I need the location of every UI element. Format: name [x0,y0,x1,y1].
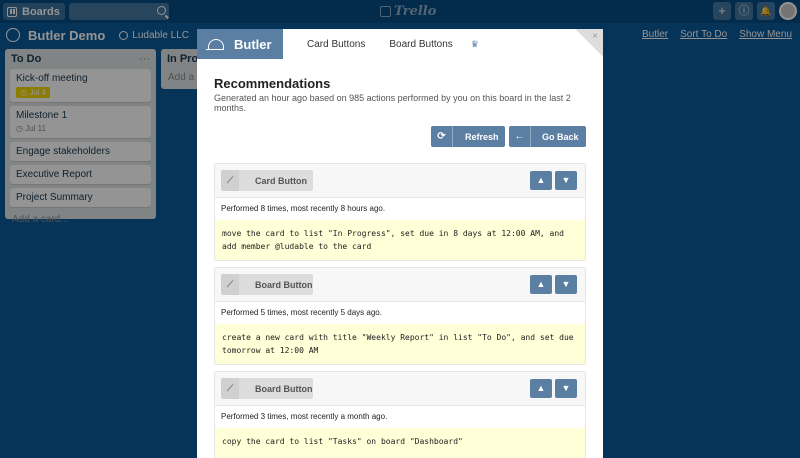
page-subtitle: Generated an hour ago based on 985 actio… [214,93,571,113]
vote-buttons: ▲ ▼ [530,171,577,190]
recommendation-header: ⟋ Board Button ▲ ▼ [215,372,585,406]
command-text: move the card to list "In Progress", set… [215,220,585,260]
wand-icon: ⟋ [221,170,239,191]
butler-modal: Butler Card Buttons Board Buttons ♛ × Re… [197,29,603,458]
action-buttons: ⟳ Refresh ← Go Back [214,126,586,147]
modal-corner [575,29,603,57]
go-back-button[interactable]: ← Go Back [509,126,586,147]
type-label: Board Button [255,279,313,290]
arrow-left-icon: ← [509,126,531,147]
recommendation-item: ⟋ Card Button ▲ ▼ Performed 8 times, mos… [214,163,586,261]
performed-text: Performed 3 times, most recently a month… [221,412,388,421]
performed-text: Performed 8 times, most recently 8 hours… [221,204,386,213]
recommendation-item: ⟋ Board Button ▲ ▼ Performed 3 times, mo… [214,371,586,458]
recommendation-header: ⟋ Card Button ▲ ▼ [215,164,585,198]
recommendation-header: ⟋ Board Button ▲ ▼ [215,268,585,302]
thumbs-up-icon[interactable]: ▲ [530,275,552,294]
refresh-button[interactable]: ⟳ Refresh [431,126,505,147]
thumbs-down-icon[interactable]: ▼ [555,379,577,398]
page-title: Recommendations [214,76,331,91]
card-button-type[interactable]: ⟋ Card Button [221,170,313,191]
refresh-icon: ⟳ [431,126,453,147]
thumbs-up-icon[interactable]: ▲ [530,171,552,190]
modal-body: Recommendations Generated an hour ago ba… [197,76,603,458]
crown-icon[interactable]: ♛ [471,39,479,50]
tab-card-buttons[interactable]: Card Buttons [307,39,365,50]
butler-bell-icon [206,38,224,50]
board-button-type[interactable]: ⟋ Board Button [221,274,313,295]
vote-buttons: ▲ ▼ [530,275,577,294]
close-icon[interactable]: × [592,31,598,42]
vote-buttons: ▲ ▼ [530,379,577,398]
modal-header: Butler Card Buttons Board Buttons ♛ × [197,29,603,59]
tab-board-buttons[interactable]: Board Buttons [389,39,452,50]
type-label: Card Button [255,175,307,186]
type-label: Board Button [255,383,313,394]
recommendation-list: ⟋ Card Button ▲ ▼ Performed 8 times, mos… [214,163,586,458]
performed-text: Performed 5 times, most recently 5 days … [221,308,382,317]
thumbs-down-icon[interactable]: ▼ [555,275,577,294]
thumbs-down-icon[interactable]: ▼ [555,171,577,190]
recommendation-item: ⟋ Board Button ▲ ▼ Performed 5 times, mo… [214,267,586,365]
board-button-type[interactable]: ⟋ Board Button [221,378,313,399]
thumbs-up-icon[interactable]: ▲ [530,379,552,398]
butler-brand: Butler [197,29,283,59]
command-text: copy the card to list "Tasks" on board "… [215,428,585,458]
refresh-label: Refresh [465,131,499,142]
wand-icon: ⟋ [221,274,239,295]
wand-icon: ⟋ [221,378,239,399]
command-text: create a new card with title "Weekly Rep… [215,324,585,364]
butler-label: Butler [234,36,272,52]
go-back-label: Go Back [542,131,579,142]
